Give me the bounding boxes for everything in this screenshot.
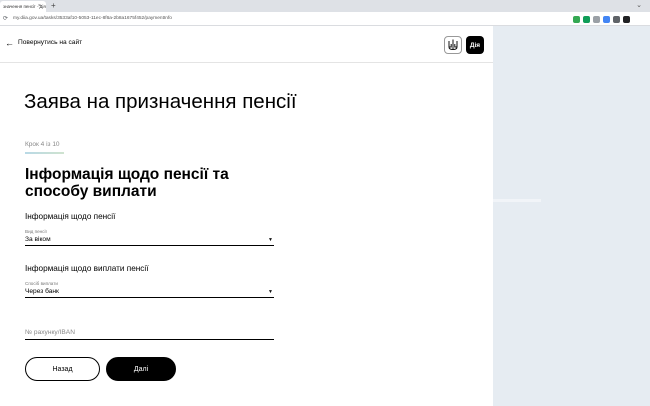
iban-underline: [25, 339, 274, 340]
extension-icon[interactable]: [573, 15, 580, 23]
extension-icon[interactable]: [623, 15, 630, 23]
payment-method-select[interactable]: Спосіб виплати Через банк ▼: [25, 281, 274, 298]
browser-address-bar: ← → ⟳ my.diia.gov.ua/tasks/3533af10-5053…: [0, 12, 650, 26]
tab-close-icon[interactable]: ×: [38, 1, 41, 12]
application-page: ← Повернутись на сайт Дія Заява на призн…: [0, 26, 493, 406]
next-button[interactable]: Далі: [106, 357, 176, 381]
step-indicator: Крок 4 із 10: [25, 141, 60, 148]
extension-icon[interactable]: [613, 15, 620, 23]
trident-logo[interactable]: [444, 36, 462, 54]
chevron-down-icon: ▼: [268, 289, 273, 295]
iban-input[interactable]: [25, 327, 274, 338]
extension-icon[interactable]: [603, 15, 610, 23]
url-field[interactable]: my.diia.gov.ua/tasks/3533af10-5053-11ec-…: [13, 14, 573, 24]
pension-type-underline: [25, 245, 274, 246]
browser-tab-bar: значення пенсії · Дія × + ⌄: [0, 0, 650, 12]
header-divider: [0, 62, 493, 63]
extension-icon[interactable]: [593, 15, 600, 23]
reload-icon[interactable]: ⟳: [3, 12, 8, 26]
tab-search-icon[interactable]: ⌄: [636, 1, 642, 11]
back-button[interactable]: Назад: [25, 357, 100, 381]
step-progress-bar: [25, 152, 64, 154]
back-to-site-label: Повернутись на сайт: [18, 39, 83, 46]
pension-info-title: Інформація щодо пенсії: [25, 212, 116, 221]
page-title: Заява на призначення пенсії: [24, 90, 297, 113]
pension-type-value: За віком: [25, 236, 51, 243]
payment-method-value: Через банк: [25, 288, 59, 295]
section-title: Інформація щодо пенсії та способу виплат…: [25, 166, 229, 200]
extension-icon[interactable]: [583, 15, 590, 23]
diia-logo[interactable]: Дія: [466, 36, 484, 54]
iban-field: [25, 321, 274, 340]
back-to-site-link[interactable]: ← Повернутись на сайт: [5, 38, 82, 48]
browser-tab[interactable]: значення пенсії · Дія ×: [0, 1, 46, 12]
side-background: [493, 26, 650, 406]
payment-info-title: Інформація щодо виплати пенсії: [25, 264, 149, 273]
pension-type-select[interactable]: Вид пенсії За віком ▼: [25, 229, 274, 246]
arrow-left-icon: ←: [5, 38, 14, 48]
payment-method-underline: [25, 297, 274, 298]
trident-icon: [448, 39, 458, 51]
extension-icons: [573, 15, 630, 23]
new-tab-button[interactable]: +: [51, 0, 56, 12]
chevron-down-icon: ▼: [268, 237, 273, 243]
